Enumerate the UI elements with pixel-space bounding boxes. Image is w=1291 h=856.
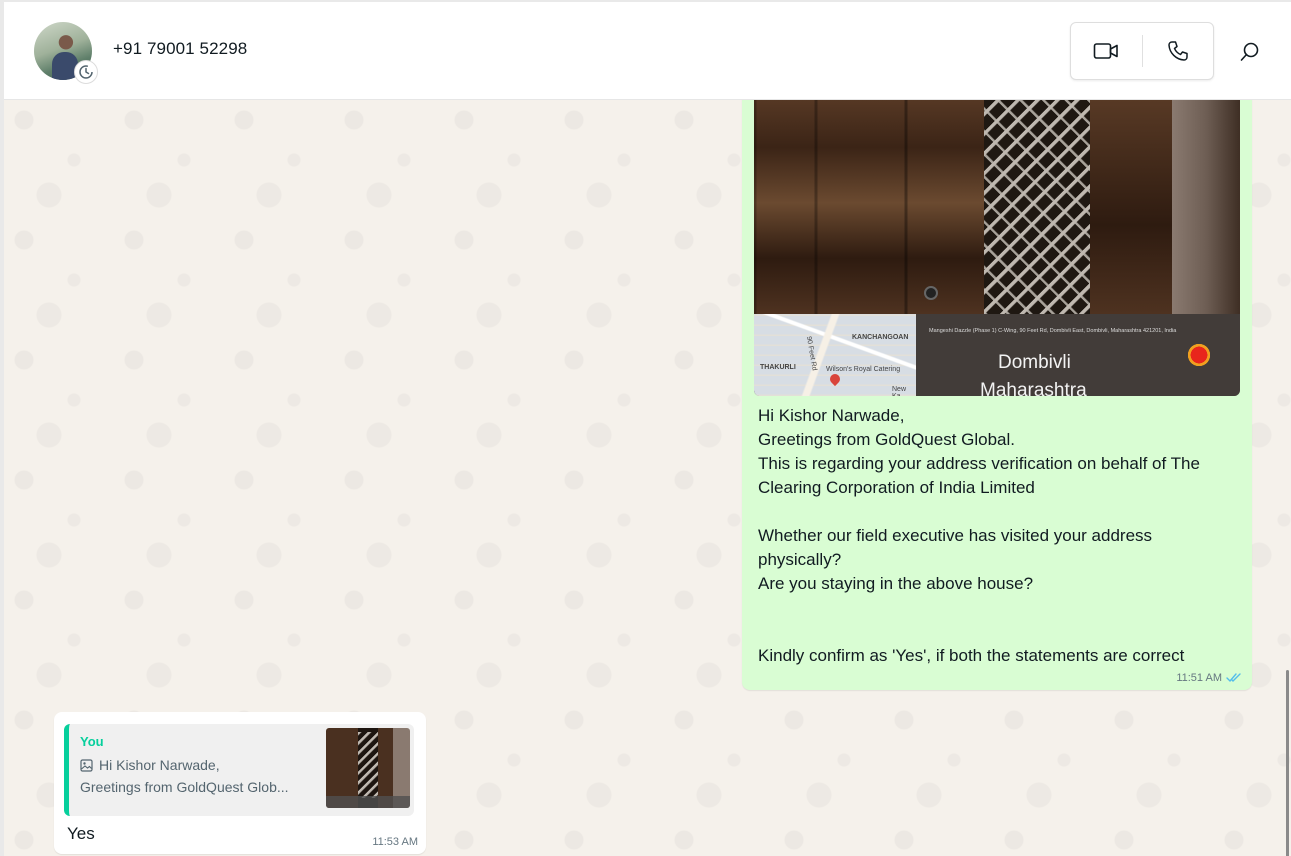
house-photo[interactable]: KANCHANGOAN 90 Feet Rd THAKURLI Wilson's… (754, 100, 1240, 396)
incoming-message-bubble[interactable]: You Hi Kishor Narwade, Greetings from Go… (54, 712, 426, 854)
metal-grill-door (984, 100, 1090, 314)
message-line: Hi Kishor Narwade, (758, 406, 905, 425)
door-lock (924, 286, 938, 300)
wooden-door-right (1090, 100, 1172, 314)
search-button[interactable] (1236, 38, 1264, 66)
message-line: Are you staying in the above house? (758, 574, 1034, 593)
chat-message-list[interactable]: KANCHANGOAN 90 Feet Rd THAKURLI Wilson's… (4, 100, 1291, 856)
whatsapp-window: +91 79001 52298 KANCHANGOAN 90 Feet Rd T… (0, 0, 1291, 856)
status-ring-icon (74, 60, 98, 84)
map-label: KANCHANGOAN (852, 334, 909, 341)
message-line (758, 500, 1238, 524)
message-time: 11:51 AM (1176, 672, 1222, 684)
voice-call-button[interactable] (1143, 23, 1214, 79)
quote-author: You (80, 734, 104, 749)
search-icon (1240, 42, 1259, 61)
map-label: New Ka (892, 386, 907, 396)
quote-text: Greetings from GoldQuest Glob... (80, 779, 289, 795)
incoming-message-text: Yes (67, 824, 95, 843)
message-time: 11:53 AM (372, 836, 418, 848)
geo-stamp: KANCHANGOAN 90 Feet Rd THAKURLI Wilson's… (754, 314, 1240, 396)
message-line: Kindly confirm as 'Yes', if both the sta… (758, 646, 1185, 665)
photo-icon (80, 758, 93, 772)
outgoing-message-bubble[interactable]: KANCHANGOAN 90 Feet Rd THAKURLI Wilson's… (742, 100, 1252, 690)
chat-scrollbar[interactable] (1286, 670, 1289, 856)
map-label: THAKURLI (760, 364, 796, 371)
contact-name[interactable]: +91 79001 52298 (113, 39, 247, 59)
phone-icon (1168, 41, 1188, 61)
stamp-address: Mangeshi Dazzle (Phase 1) C-Wing, 90 Fee… (929, 328, 1177, 334)
message-line: Greetings from GoldQuest Global. (758, 430, 1016, 449)
chat-header: +91 79001 52298 (4, 2, 1291, 100)
video-camera-icon (1093, 43, 1119, 59)
quote-thumbnail (326, 728, 410, 808)
wall (1172, 100, 1240, 314)
message-line (758, 620, 1238, 644)
outgoing-message-text: Hi Kishor Narwade, Greetings from GoldQu… (758, 404, 1238, 668)
map-label: 90 Feet Rd (804, 335, 818, 372)
message-line (758, 596, 1238, 620)
weather-sun-icon (1186, 342, 1212, 368)
map-pin-icon (827, 371, 843, 387)
double-check-icon (1226, 673, 1241, 683)
quote-line: Hi Kishor Narwade, (80, 757, 220, 773)
message-line: This is regarding your address verificat… (758, 454, 1200, 497)
stamp-city: Dombivli (998, 352, 1071, 373)
video-call-button[interactable] (1071, 23, 1142, 79)
stamp-state: Maharashtra (980, 380, 1087, 396)
stamp-map: KANCHANGOAN 90 Feet Rd THAKURLI Wilson's… (754, 314, 916, 396)
contact-avatar[interactable] (34, 22, 98, 84)
message-line: Whether our field executive has visited … (758, 526, 1153, 569)
quoted-message[interactable]: You Hi Kishor Narwade, Greetings from Go… (64, 724, 414, 816)
wooden-door (754, 100, 984, 314)
map-label: Wilson's Royal Catering (826, 366, 901, 373)
call-button-group (1070, 22, 1214, 80)
quote-text: Hi Kishor Narwade, (99, 757, 220, 773)
